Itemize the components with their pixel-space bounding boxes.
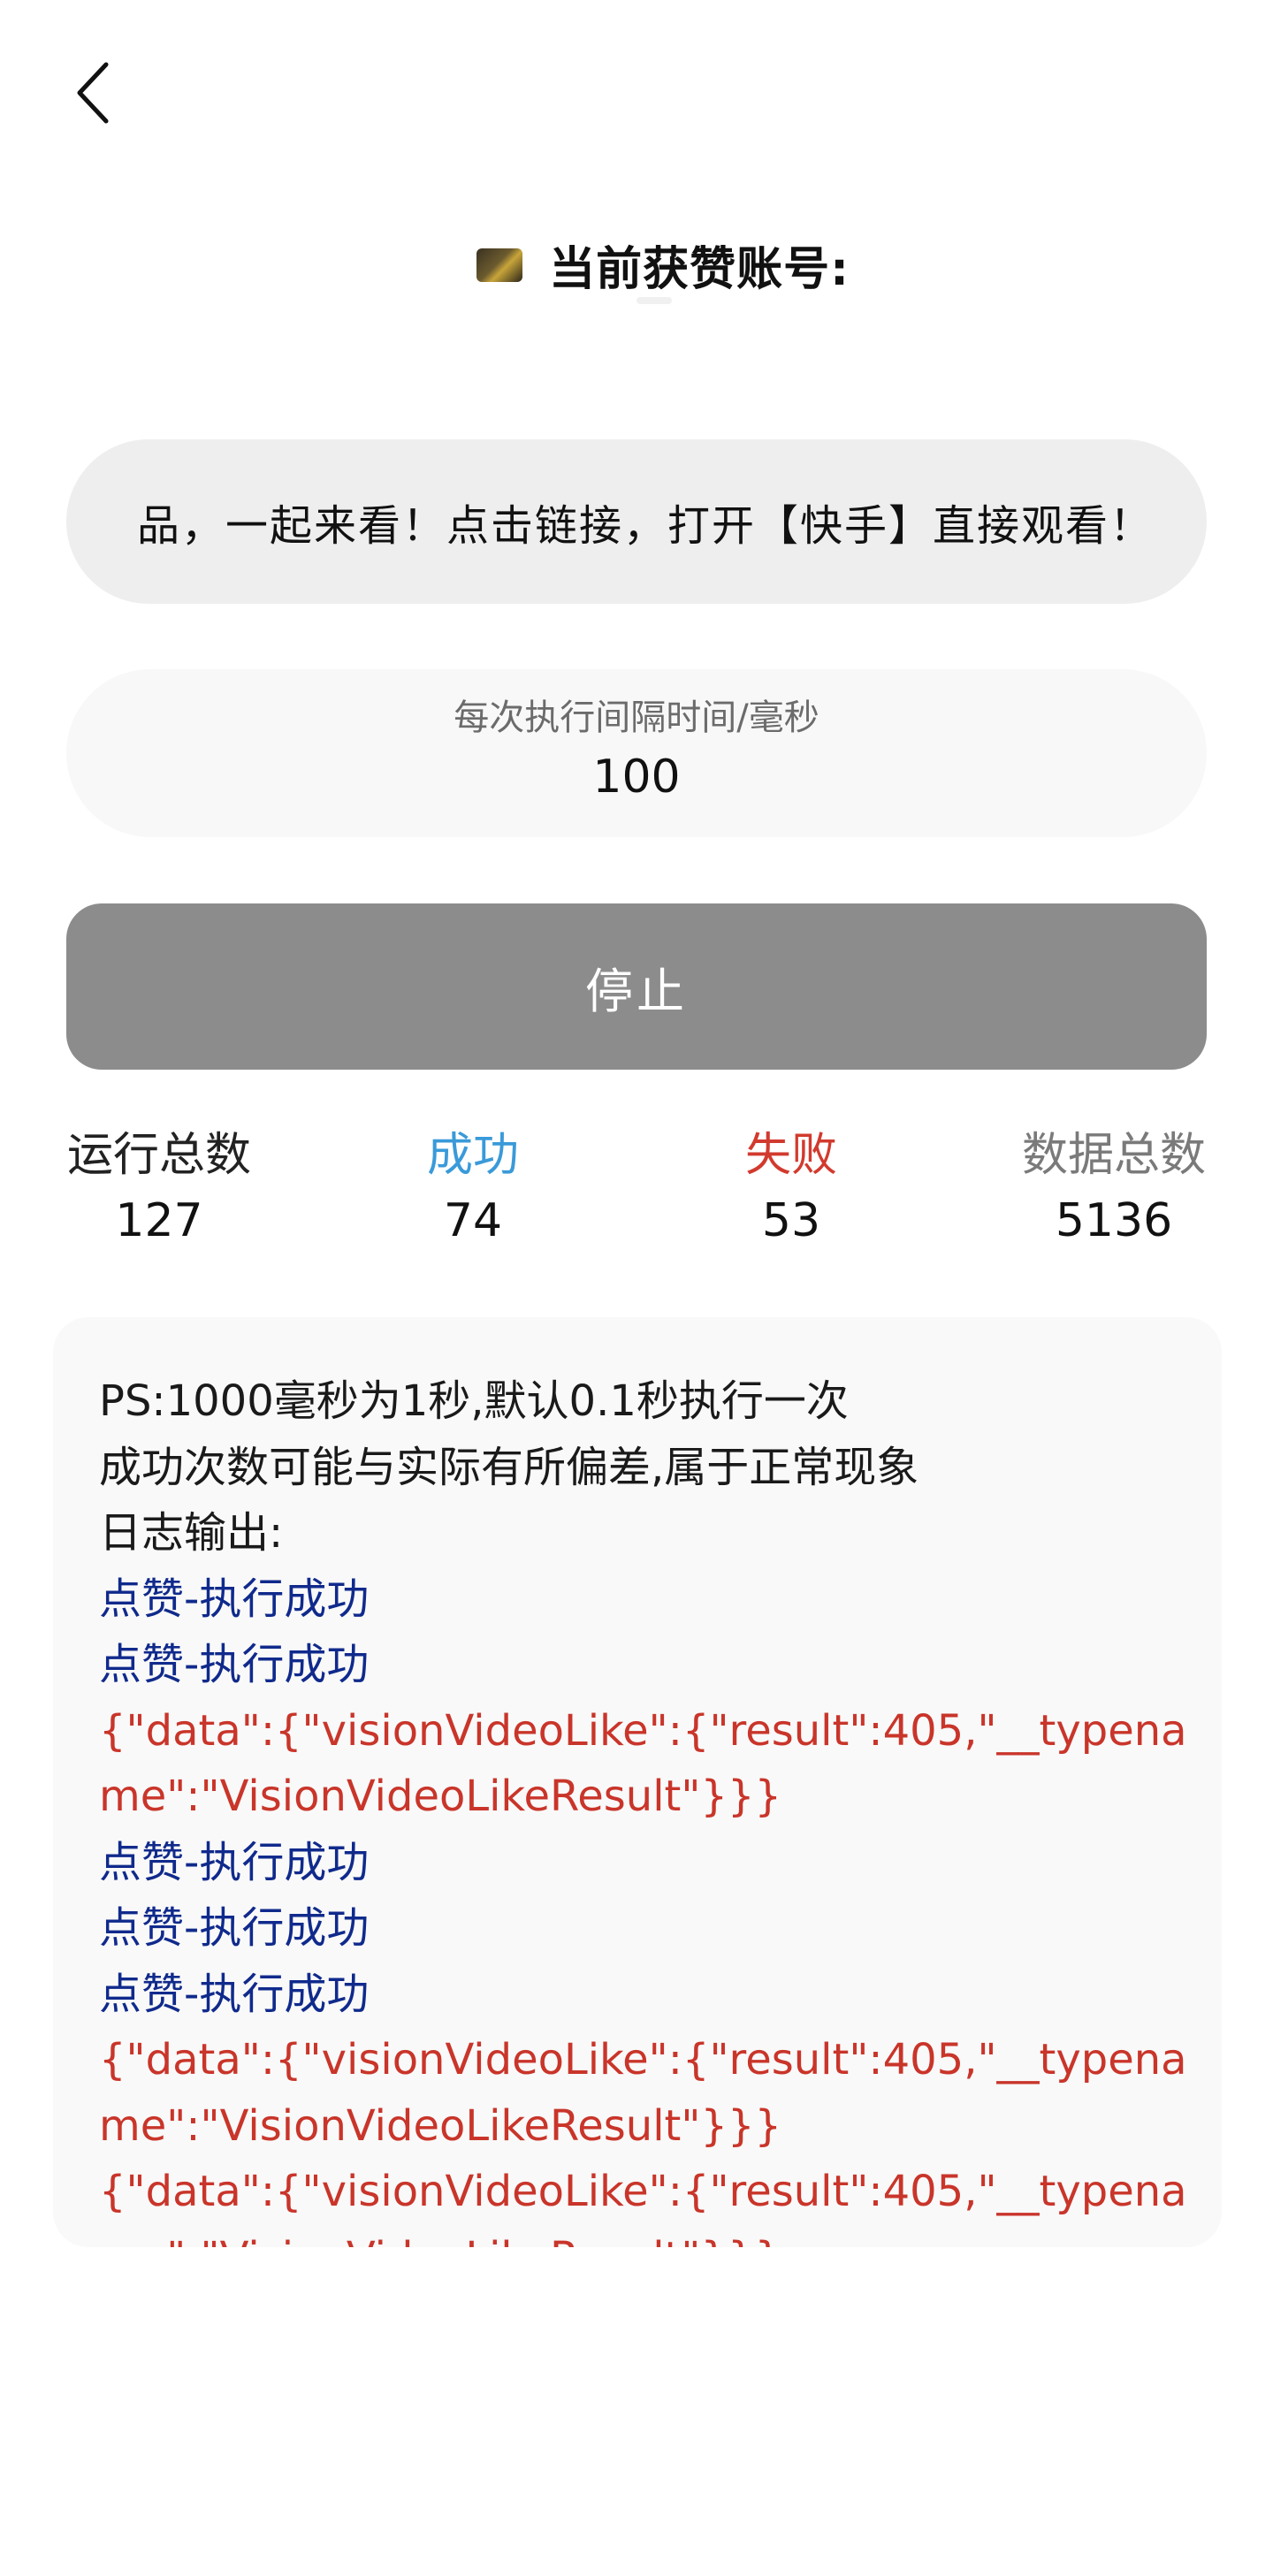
interval-field[interactable]: 每次执行间隔时间/毫秒 100 xyxy=(66,669,1207,837)
log-line-success: 点赞-执行成功 xyxy=(99,1903,370,1953)
stat-success: 成功 74 xyxy=(358,1123,588,1254)
account-avatar xyxy=(476,248,523,282)
back-button[interactable] xyxy=(62,53,124,133)
chevron-left-icon xyxy=(77,62,109,124)
stat-data-total-value: 5136 xyxy=(1055,1194,1173,1247)
account-value xyxy=(636,297,672,304)
stats-row: 运行总数 127 成功 74 失败 53 数据总数 5136 xyxy=(66,1123,1207,1255)
stat-data-total: 数据总数 5136 xyxy=(999,1123,1229,1254)
stop-button-label: 停止 xyxy=(585,963,688,1019)
interval-label: 每次执行间隔时间/毫秒 xyxy=(454,697,819,738)
log-line-success: 点赞-执行成功 xyxy=(99,1837,370,1887)
stat-fail: 失败 53 xyxy=(676,1123,906,1254)
log-line-error: {"data":{"visionVideoLike":{"result":405… xyxy=(99,2167,1187,2247)
stat-total: 运行总数 127 xyxy=(44,1123,274,1254)
log-output: PS:1000毫秒为1秒,默认0.1秒执行一次成功次数可能与实际有所偏差,属于正… xyxy=(99,1368,1204,2247)
stat-fail-label: 失败 xyxy=(744,1129,837,1182)
log-line-info: 日志输出: xyxy=(99,1508,284,1558)
stat-fail-value: 53 xyxy=(761,1194,821,1247)
log-line-success: 点赞-执行成功 xyxy=(99,1574,370,1624)
stat-success-label: 成功 xyxy=(426,1129,519,1182)
account-label: 当前获赞账号: xyxy=(549,243,850,296)
stat-total-value: 127 xyxy=(115,1194,203,1247)
log-line-error: {"data":{"visionVideoLike":{"result":405… xyxy=(99,1705,1187,1822)
log-line-error: {"data":{"visionVideoLike":{"result":405… xyxy=(99,2035,1187,2151)
stop-button[interactable]: 停止 xyxy=(66,903,1207,1070)
account-row: 当前获赞账号: xyxy=(0,232,1273,298)
link-input-text: 品，一起来看！点击链接，打开【快手】直接观看！ xyxy=(136,501,1154,551)
log-line-info: PS:1000毫秒为1秒,默认0.1秒执行一次 xyxy=(99,1376,849,1426)
link-input[interactable]: 品，一起来看！点击链接，打开【快手】直接观看！ xyxy=(66,439,1207,604)
stat-data-total-label: 数据总数 xyxy=(1021,1129,1206,1182)
stat-total-label: 运行总数 xyxy=(66,1129,251,1182)
log-line-success: 点赞-执行成功 xyxy=(99,1969,370,2019)
interval-value[interactable]: 100 xyxy=(66,751,1207,804)
log-line-success: 点赞-执行成功 xyxy=(99,1640,370,1689)
log-line-info: 成功次数可能与实际有所偏差,属于正常现象 xyxy=(99,1442,919,1492)
stat-success-value: 74 xyxy=(443,1194,503,1247)
log-panel[interactable]: PS:1000毫秒为1秒,默认0.1秒执行一次成功次数可能与实际有所偏差,属于正… xyxy=(53,1317,1222,2247)
